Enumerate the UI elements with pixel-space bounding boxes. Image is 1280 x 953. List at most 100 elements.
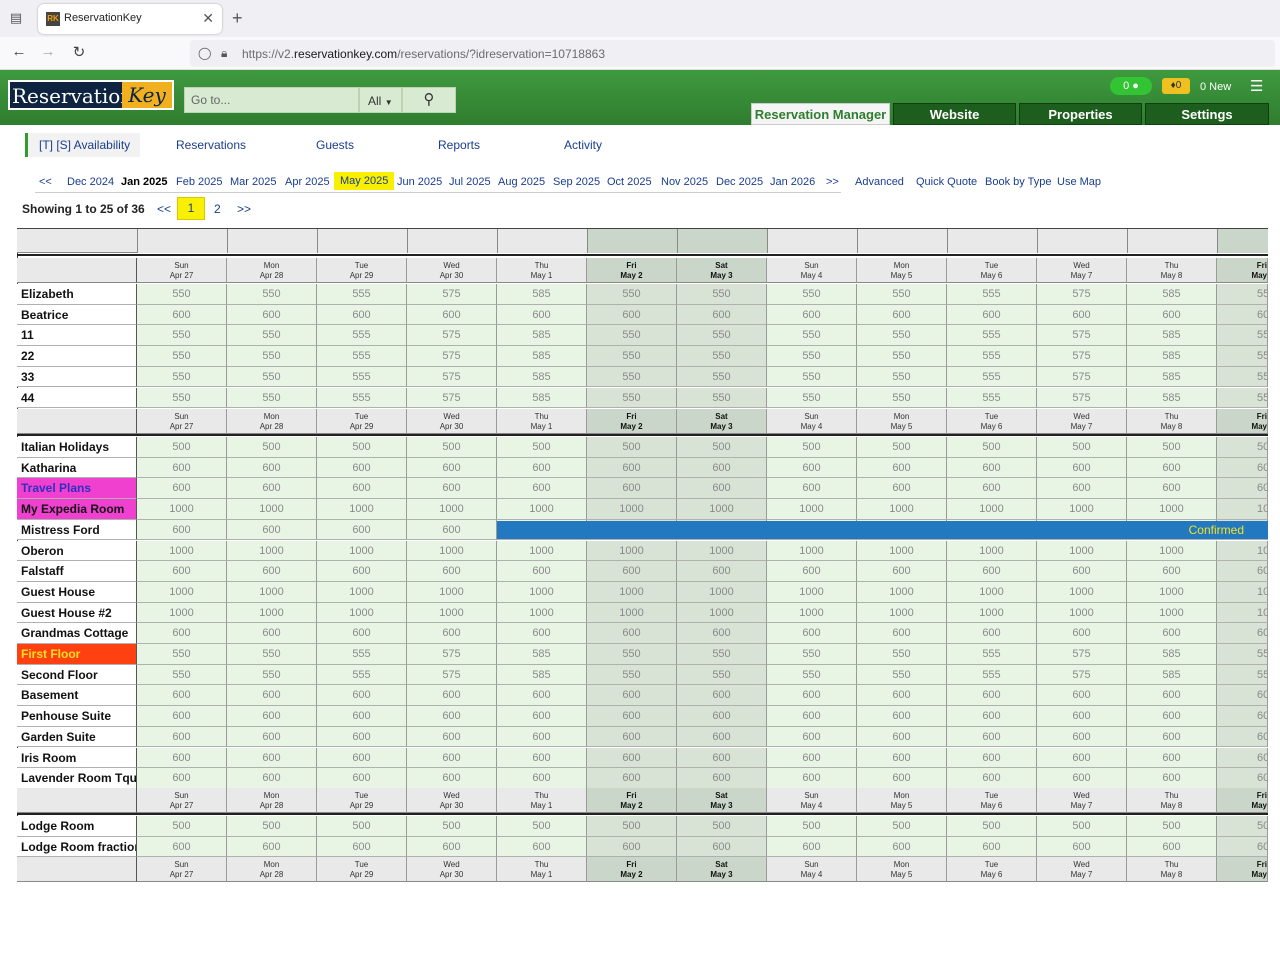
- close-icon[interactable]: ✕: [202, 10, 214, 27]
- rate-cell[interactable]: 585: [1127, 346, 1217, 367]
- reload-icon[interactable]: ↻: [69, 43, 89, 61]
- rate-cell[interactable]: 550: [227, 387, 317, 409]
- rate-cell[interactable]: 600: [1127, 768, 1217, 789]
- rate-cell[interactable]: 1000: [767, 499, 857, 520]
- rate-cell[interactable]: 500: [497, 816, 587, 837]
- rate-cell[interactable]: 585: [1127, 366, 1217, 388]
- rate-cell[interactable]: 600: [767, 561, 857, 582]
- rate-cell[interactable]: 585: [497, 387, 587, 409]
- rate-cell[interactable]: 575: [407, 346, 497, 367]
- rate-cell[interactable]: 600: [857, 836, 947, 858]
- rate-cell[interactable]: 550: [677, 387, 767, 409]
- rate-cell[interactable]: 600: [137, 457, 227, 479]
- rate-cell[interactable]: 600: [587, 768, 677, 789]
- rate-cell[interactable]: 600: [1127, 561, 1217, 582]
- rate-cell[interactable]: 1000: [1217, 581, 1268, 603]
- rate-cell[interactable]: 600: [497, 561, 587, 582]
- rate-cell[interactable]: 600: [497, 768, 587, 789]
- rate-cell[interactable]: 555: [947, 644, 1037, 665]
- rate-cell[interactable]: 600: [1127, 747, 1217, 769]
- rate-cell[interactable]: 1000: [407, 602, 497, 624]
- rate-cell[interactable]: 600: [767, 706, 857, 727]
- rate-cell[interactable]: 600: [137, 768, 227, 789]
- rate-cell[interactable]: 600: [1037, 747, 1127, 769]
- room-name[interactable]: Mistress Ford: [17, 519, 137, 541]
- month-next-link[interactable]: >>: [826, 176, 839, 188]
- advanced-link[interactable]: Advanced: [855, 176, 904, 188]
- rate-cell[interactable]: 550: [137, 664, 227, 686]
- rate-cell[interactable]: 555: [317, 387, 407, 409]
- rate-cell[interactable]: 575: [407, 644, 497, 665]
- rate-cell[interactable]: 555: [947, 664, 1037, 686]
- rate-cell[interactable]: 550: [227, 346, 317, 367]
- rate-cell[interactable]: 1000: [497, 581, 587, 603]
- rate-cell[interactable]: 1000: [407, 581, 497, 603]
- rate-cell[interactable]: 1000: [767, 602, 857, 624]
- rate-cell[interactable]: 600: [407, 561, 497, 582]
- rate-cell[interactable]: 555: [317, 664, 407, 686]
- rate-cell[interactable]: 600: [1217, 623, 1268, 644]
- rate-cell[interactable]: 550: [857, 284, 947, 305]
- room-name[interactable]: Garden Suite: [17, 726, 137, 748]
- rate-cell[interactable]: 500: [677, 816, 767, 837]
- rate-cell[interactable]: 1000: [1127, 499, 1217, 520]
- rate-cell[interactable]: 1000: [677, 581, 767, 603]
- rate-cell[interactable]: 1000: [947, 499, 1037, 520]
- booking-bar[interactable]: Confirmed: [497, 520, 1268, 540]
- rate-cell[interactable]: 600: [137, 478, 227, 500]
- rate-cell[interactable]: 600: [587, 457, 677, 479]
- rate-cell[interactable]: 500: [137, 816, 227, 837]
- page-link-current[interactable]: 1: [177, 197, 205, 220]
- rate-cell[interactable]: 600: [407, 836, 497, 858]
- rate-cell[interactable]: 600: [1037, 706, 1127, 727]
- rate-cell[interactable]: 600: [317, 519, 407, 541]
- rate-cell[interactable]: 600: [137, 519, 227, 541]
- rate-cell[interactable]: 600: [587, 747, 677, 769]
- rate-cell[interactable]: 1000: [137, 602, 227, 624]
- rate-cell[interactable]: 600: [407, 457, 497, 479]
- rate-cell[interactable]: 500: [677, 437, 767, 458]
- rate-cell[interactable]: 600: [497, 685, 587, 707]
- url-bar[interactable]: ◯ 🔒︎ https://v2.reservationkey.com/reser…: [190, 40, 1275, 67]
- back-arrow-icon[interactable]: ←: [9, 43, 29, 60]
- rate-cell[interactable]: 600: [947, 706, 1037, 727]
- rate-cell[interactable]: 585: [497, 664, 587, 686]
- rate-cell[interactable]: 500: [1217, 816, 1268, 837]
- rate-cell[interactable]: 575: [1037, 664, 1127, 686]
- rate-cell[interactable]: 575: [407, 284, 497, 305]
- rate-cell[interactable]: 600: [1217, 726, 1268, 748]
- rate-cell[interactable]: 575: [1037, 366, 1127, 388]
- rate-cell[interactable]: 600: [1127, 706, 1217, 727]
- search-icon[interactable]: ⚲: [402, 87, 456, 113]
- rate-cell[interactable]: 600: [767, 726, 857, 748]
- room-name[interactable]: Guest House #2: [17, 602, 137, 624]
- rate-cell[interactable]: 600: [497, 726, 587, 748]
- room-name[interactable]: Second Floor: [17, 664, 137, 686]
- rate-cell[interactable]: 600: [947, 623, 1037, 644]
- rate-cell[interactable]: 600: [137, 706, 227, 727]
- subnav-activity[interactable]: Activity: [564, 138, 602, 152]
- tab-properties[interactable]: Properties: [1019, 103, 1142, 125]
- rate-cell[interactable]: 600: [317, 836, 407, 858]
- rate-cell[interactable]: 1000: [317, 499, 407, 520]
- rate-cell[interactable]: 550: [767, 387, 857, 409]
- rate-cell[interactable]: 600: [1127, 726, 1217, 748]
- rate-cell[interactable]: 575: [407, 664, 497, 686]
- rate-cell[interactable]: 550: [227, 325, 317, 347]
- rate-cell[interactable]: 500: [137, 437, 227, 458]
- rate-cell[interactable]: 500: [767, 816, 857, 837]
- rate-cell[interactable]: 600: [227, 478, 317, 500]
- rate-cell[interactable]: 600: [317, 478, 407, 500]
- subnav-availability[interactable]: [T] [S] Availability: [25, 133, 141, 157]
- rate-cell[interactable]: 1000: [317, 602, 407, 624]
- rate-cell[interactable]: 550: [1217, 664, 1268, 686]
- rate-cell[interactable]: 600: [1217, 768, 1268, 789]
- rate-cell[interactable]: 600: [227, 685, 317, 707]
- page-next-link[interactable]: >>: [237, 202, 251, 216]
- rate-cell[interactable]: 600: [1037, 836, 1127, 858]
- rate-cell[interactable]: 550: [767, 325, 857, 347]
- rate-cell[interactable]: 555: [947, 284, 1037, 305]
- rate-cell[interactable]: 500: [587, 437, 677, 458]
- room-name[interactable]: Lodge Room: [17, 816, 137, 837]
- rate-cell[interactable]: 1000: [857, 581, 947, 603]
